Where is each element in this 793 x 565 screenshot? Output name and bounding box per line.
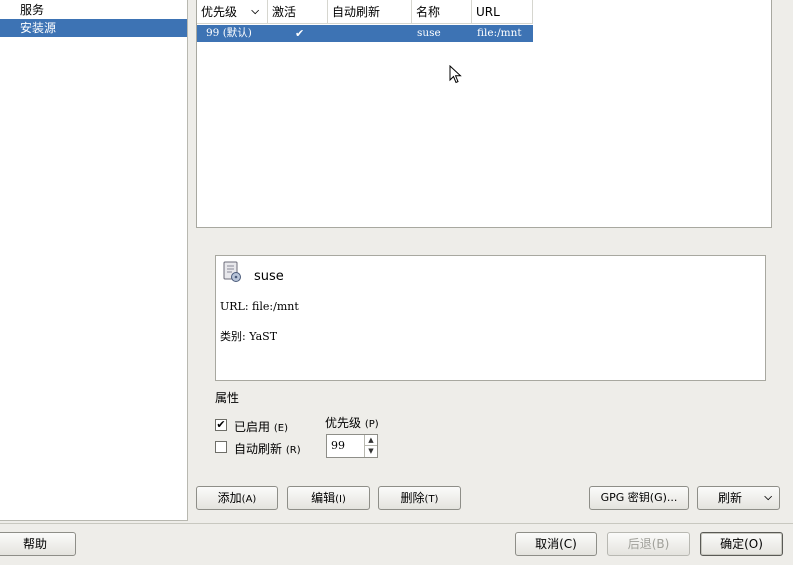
add-button-key: (A) bbox=[241, 494, 257, 505]
enabled-label-text: 已启用 bbox=[234, 420, 271, 434]
detail-repo-name: suse bbox=[254, 269, 284, 284]
column-header-active[interactable]: 激活 bbox=[268, 0, 328, 24]
tree-item-services[interactable]: 服务 bbox=[0, 1, 187, 19]
delete-button-key: (T) bbox=[424, 494, 439, 505]
cell-active-check: ✔ bbox=[295, 27, 305, 40]
enabled-label[interactable]: 已启用 (E) bbox=[234, 418, 288, 435]
priority-label-text: 优先级 bbox=[325, 416, 362, 430]
column-header-name[interactable]: 名称 bbox=[412, 0, 472, 24]
mouse-cursor-icon bbox=[449, 65, 462, 84]
refresh-menu-button[interactable]: 刷新 ⌵ bbox=[697, 486, 780, 510]
repository-details: suse URL: file:/mnt 类别: YaST bbox=[215, 255, 766, 381]
column-header-priority[interactable]: 优先级 ⌵ bbox=[197, 0, 268, 24]
priority-value[interactable]: 99 bbox=[331, 435, 345, 457]
repository-icon bbox=[223, 261, 241, 282]
autorefresh-label[interactable]: 自动刷新 (R) bbox=[234, 440, 301, 457]
detail-type: 类别: YaST bbox=[220, 330, 278, 343]
column-header-url[interactable]: URL bbox=[472, 0, 533, 24]
spin-down-icon[interactable]: ▼ bbox=[364, 446, 377, 457]
cell-url: file:/mnt bbox=[477, 27, 522, 39]
tree-item-repositories[interactable]: 安装源 bbox=[0, 19, 187, 37]
autorefresh-label-key: (R) bbox=[285, 445, 301, 456]
ok-button[interactable]: 确定(O) bbox=[700, 532, 783, 556]
sort-chevron-icon: ⌵ bbox=[251, 6, 259, 17]
spin-up-icon[interactable]: ▲ bbox=[364, 435, 377, 446]
gpg-keys-button[interactable]: GPG 密钥(G)... bbox=[589, 486, 689, 510]
back-button[interactable]: 后退(B) bbox=[607, 532, 690, 556]
check-icon: ✔ bbox=[216, 418, 226, 431]
cell-priority: 99 (默认) bbox=[206, 27, 252, 39]
enabled-checkbox[interactable]: ✔ bbox=[215, 419, 227, 431]
priority-label: 优先级 (P) bbox=[325, 414, 379, 431]
autorefresh-checkbox[interactable] bbox=[215, 441, 227, 453]
cancel-button[interactable]: 取消(C) bbox=[515, 532, 597, 556]
repository-table: 优先级 ⌵ 激活 自动刷新 名称 URL 99 (默认) ✔ suse file… bbox=[196, 0, 772, 228]
chevron-down-icon: ⌵ bbox=[764, 492, 772, 503]
priority-label-key: (P) bbox=[364, 419, 379, 430]
cell-name: suse bbox=[417, 27, 441, 39]
properties-heading: 属性 bbox=[215, 391, 240, 405]
table-row[interactable]: 99 (默认) ✔ suse file:/mnt bbox=[197, 25, 533, 42]
autorefresh-label-text: 自动刷新 bbox=[234, 442, 283, 456]
delete-button-label: 删除 bbox=[400, 491, 425, 505]
add-button[interactable]: 添加(A) bbox=[196, 486, 278, 510]
help-button[interactable]: 帮助 bbox=[0, 532, 76, 556]
column-header-priority-label: 优先级 bbox=[201, 5, 238, 19]
column-header-autorefresh[interactable]: 自动刷新 bbox=[328, 0, 412, 24]
edit-button[interactable]: 编辑(I) bbox=[287, 486, 370, 510]
priority-spinbox[interactable]: 99 ▲ ▼ bbox=[326, 434, 378, 458]
add-button-label: 添加 bbox=[217, 491, 242, 505]
delete-button[interactable]: 删除(T) bbox=[378, 486, 461, 510]
detail-url: URL: file:/mnt bbox=[220, 300, 299, 313]
footer-divider bbox=[0, 523, 793, 524]
edit-button-key: (I) bbox=[335, 494, 346, 505]
enabled-label-key: (E) bbox=[273, 423, 288, 434]
category-tree: 服务 安装源 bbox=[0, 0, 188, 521]
edit-button-label: 编辑 bbox=[311, 491, 336, 505]
refresh-button-label: 刷新 bbox=[718, 491, 743, 505]
